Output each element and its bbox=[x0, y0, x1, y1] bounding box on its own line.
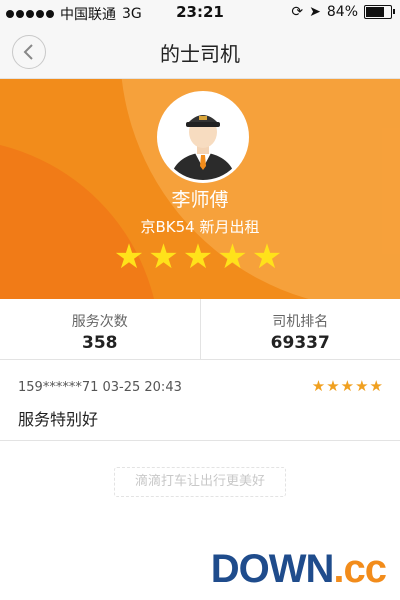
driver-star-rating: ★★★★★ bbox=[113, 237, 287, 277]
status-bar: 中国联通 3G 23:21 ⟳ ➤ 84% bbox=[0, 0, 400, 26]
driver-avatar bbox=[157, 91, 249, 183]
location-arrow-icon: ➤ bbox=[309, 4, 321, 20]
stat-service-count: 服务次数 358 bbox=[0, 299, 200, 359]
review-text: 服务特别好 bbox=[18, 410, 99, 429]
driver-avatar-icon bbox=[160, 94, 246, 180]
battery-icon bbox=[364, 5, 395, 19]
driver-name: 李师傅 bbox=[171, 189, 229, 211]
watermark-part2: .cc bbox=[333, 547, 387, 591]
stat-label: 服务次数 bbox=[71, 314, 128, 330]
driver-stats: 服务次数 358 司机排名 69337 bbox=[0, 299, 400, 360]
rotation-lock-icon: ⟳ bbox=[291, 4, 304, 20]
battery-percent: 84% bbox=[326, 4, 358, 20]
stat-driver-rank: 司机排名 69337 bbox=[199, 299, 400, 359]
watermark-logo: DOWN.cc bbox=[210, 547, 387, 592]
watermark-part1: DOWN bbox=[210, 547, 335, 591]
footer-slogan: 滴滴打车让出行更美好 bbox=[114, 467, 286, 497]
driver-plate-company: 京BK54 新月出租 bbox=[140, 218, 260, 236]
stat-value: 69337 bbox=[270, 333, 330, 353]
stat-value: 358 bbox=[82, 333, 118, 353]
review-user-time: 159******71 03-25 20:43 bbox=[18, 380, 182, 395]
review-star-rating: ★★★★★ bbox=[311, 377, 384, 395]
page-title: 的士司机 bbox=[160, 42, 240, 66]
navigation-bar: 的士司机 bbox=[0, 26, 400, 79]
stat-label: 司机排名 bbox=[272, 314, 329, 330]
status-right: ⟳ ➤ 84% bbox=[291, 4, 395, 20]
review-item: 159******71 03-25 20:43 ★★★★★ 服务特别好 bbox=[0, 360, 400, 441]
driver-profile-header: 李师傅 京BK54 新月出租 ★★★★★ bbox=[0, 79, 400, 299]
